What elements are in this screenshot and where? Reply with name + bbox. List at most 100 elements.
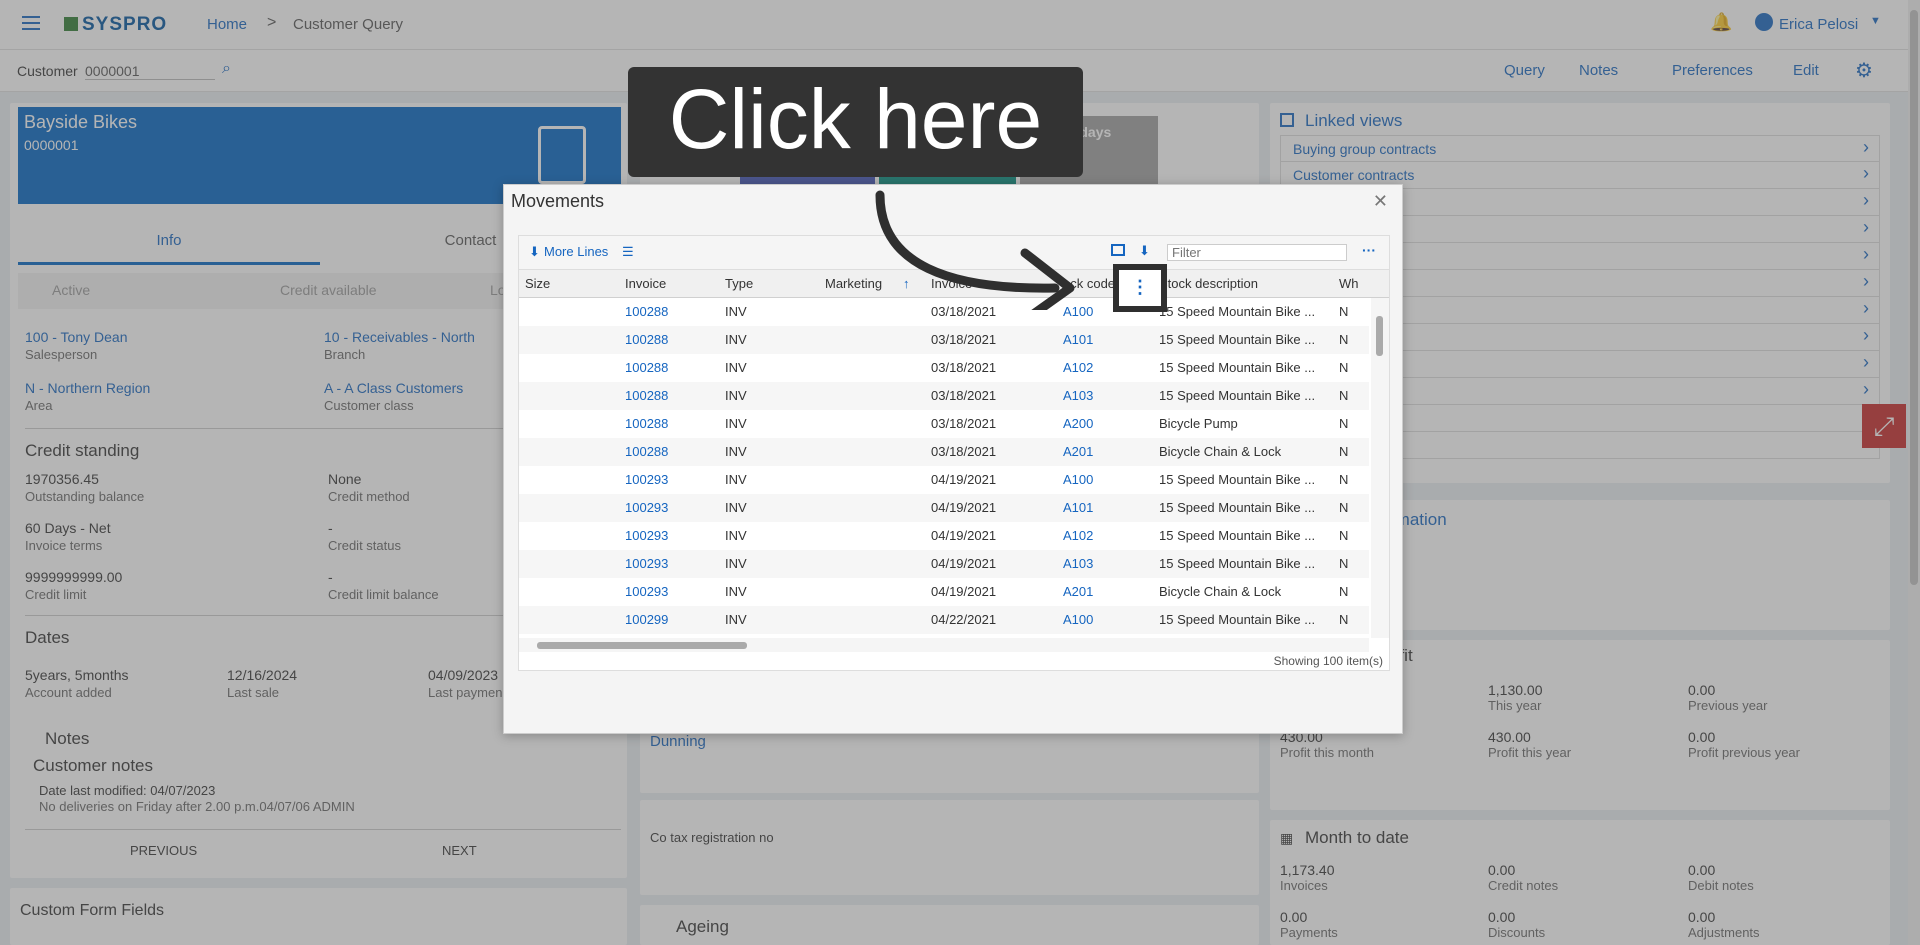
table-cell: INV — [725, 332, 747, 347]
table-cell: INV — [725, 304, 747, 319]
more-options-icon[interactable]: ··· — [1362, 242, 1376, 258]
table-row[interactable]: 100293 INV 04/19/2021 A103 15 Speed Mountain… — [519, 550, 1369, 578]
table-cell[interactable]: 100293 — [625, 500, 668, 515]
table-cell: N — [1339, 472, 1349, 487]
table-cell: N — [1339, 556, 1349, 571]
table-cell[interactable]: A102 — [1063, 528, 1093, 543]
table-row[interactable]: 100288 INV 03/18/2021 A102 15 Speed Mountain… — [519, 354, 1369, 382]
table-cell: 15 Speed Mountain Bike ... — [1159, 332, 1316, 347]
table-cell[interactable]: 100288 — [625, 444, 668, 459]
table-row[interactable]: 100288 INV 03/18/2021 A101 15 Speed Mountain… — [519, 326, 1369, 354]
table-cell[interactable]: 100288 — [625, 332, 668, 347]
table-cell: 15 Speed Mountain Bike ... — [1159, 304, 1316, 319]
table-cell[interactable]: 100293 — [625, 472, 668, 487]
column-header[interactable]: Stock description — [1159, 276, 1258, 291]
table-cell: N — [1339, 332, 1349, 347]
column-header[interactable]: Type — [725, 276, 753, 291]
table-cell[interactable]: 100288 — [625, 416, 668, 431]
table-cell: INV — [725, 556, 747, 571]
table-cell: 04/19/2021 — [931, 528, 997, 543]
table-cell: Bicycle Chain & Lock — [1159, 444, 1282, 459]
table-cell: INV — [725, 612, 747, 627]
table-cell[interactable]: A100 — [1063, 472, 1093, 487]
table-cell[interactable]: 100293 — [625, 556, 668, 571]
table-cell: 04/19/2021 — [931, 584, 997, 599]
table-cell: 15 Speed Mountain Bike ... — [1159, 556, 1316, 571]
table-cell: INV — [725, 584, 747, 599]
table-cell: N — [1339, 360, 1349, 375]
table-cell: 04/19/2021 — [931, 472, 997, 487]
table-row[interactable]: 100288 INV 03/18/2021 A103 15 Speed Mountain… — [519, 382, 1369, 410]
column-header[interactable]: Invoice — [625, 276, 666, 291]
column-header[interactable]: Size — [525, 276, 550, 291]
table-cell: N — [1339, 500, 1349, 515]
click-here-callout: Click here — [628, 67, 1083, 177]
download-icon[interactable]: ⬇ — [1139, 243, 1150, 259]
grid-body: 100288 INV 03/18/2021 A100 15 Speed Mountain… — [519, 298, 1369, 638]
more-lines-button[interactable]: More Lines — [544, 244, 608, 259]
table-cell: 15 Speed Mountain Bike ... — [1159, 472, 1316, 487]
table-cell: 03/18/2021 — [931, 388, 997, 403]
table-cell[interactable]: A201 — [1063, 444, 1093, 459]
callout-arrow — [875, 190, 1075, 310]
table-cell: 03/18/2021 — [931, 444, 997, 459]
table-cell: INV — [725, 472, 747, 487]
table-cell: 15 Speed Mountain Bike ... — [1159, 360, 1316, 375]
table-cell: INV — [725, 528, 747, 543]
table-row[interactable]: 100293 INV 04/19/2021 A201 Bicycle Chain & L… — [519, 578, 1369, 606]
column-header[interactable]: Wh — [1339, 276, 1359, 291]
table-row[interactable]: 100299 INV 04/22/2021 A100 15 Speed Mountain… — [519, 606, 1369, 634]
table-cell[interactable]: 100299 — [625, 612, 668, 627]
table-cell: 15 Speed Mountain Bike ... — [1159, 388, 1316, 403]
filter-input[interactable] — [1167, 244, 1347, 261]
table-cell: N — [1339, 304, 1349, 319]
download-icon: ⬇ — [529, 244, 540, 259]
table-cell: 15 Speed Mountain Bike ... — [1159, 612, 1316, 627]
table-cell[interactable]: A200 — [1063, 416, 1093, 431]
table-cell: INV — [725, 500, 747, 515]
grid-vertical-scrollbar[interactable] — [1371, 298, 1389, 638]
table-cell: N — [1339, 388, 1349, 403]
table-cell: N — [1339, 444, 1349, 459]
table-cell[interactable]: 100293 — [625, 584, 668, 599]
table-cell[interactable]: A201 — [1063, 584, 1093, 599]
table-cell: N — [1339, 584, 1349, 599]
table-cell: N — [1339, 416, 1349, 431]
table-cell: 03/18/2021 — [931, 360, 997, 375]
callout-text: Click here — [668, 72, 1043, 166]
table-row[interactable]: 100293 INV 04/19/2021 A101 15 Speed Mountain… — [519, 494, 1369, 522]
table-cell: INV — [725, 360, 747, 375]
table-cell: 15 Speed Mountain Bike ... — [1159, 528, 1316, 543]
table-cell[interactable]: A101 — [1063, 500, 1093, 515]
table-row[interactable]: 100293 INV 04/19/2021 A100 15 Speed Mountain… — [519, 466, 1369, 494]
table-row[interactable]: 100288 INV 03/18/2021 A201 Bicycle Chain & L… — [519, 438, 1369, 466]
list-options-icon[interactable]: ☰ — [622, 244, 634, 260]
close-icon[interactable]: ✕ — [1373, 191, 1388, 212]
table-cell: 04/22/2021 — [931, 612, 997, 627]
vertical-dots-icon[interactable]: ⋮ — [1119, 270, 1161, 304]
grid-horizontal-scrollbar[interactable] — [519, 638, 1369, 652]
table-cell[interactable]: A101 — [1063, 332, 1093, 347]
table-cell: 15 Speed Mountain Bike ... — [1159, 500, 1316, 515]
table-cell[interactable]: 100288 — [625, 388, 668, 403]
table-cell: 04/19/2021 — [931, 556, 997, 571]
table-cell: INV — [725, 388, 747, 403]
table-cell[interactable]: 100288 — [625, 304, 668, 319]
table-cell[interactable]: 100293 — [625, 528, 668, 543]
column-menu-button[interactable]: ⋮ — [1113, 264, 1167, 312]
table-cell: N — [1339, 612, 1349, 627]
items-count: Showing 100 item(s) — [1273, 654, 1383, 668]
table-cell[interactable]: A103 — [1063, 556, 1093, 571]
table-cell: Bicycle Pump — [1159, 416, 1238, 431]
table-cell: INV — [725, 416, 747, 431]
table-cell: N — [1339, 528, 1349, 543]
dialog-title: Movements — [511, 191, 605, 211]
table-row[interactable]: 100288 INV 03/18/2021 A200 Bicycle Pump N — [519, 410, 1369, 438]
table-row[interactable]: 100293 INV 04/19/2021 A102 15 Speed Mountain… — [519, 522, 1369, 550]
table-cell[interactable]: A103 — [1063, 388, 1093, 403]
table-cell[interactable]: 100288 — [625, 360, 668, 375]
table-cell: 04/19/2021 — [931, 500, 997, 515]
table-cell[interactable]: A102 — [1063, 360, 1093, 375]
table-cell: 03/18/2021 — [931, 332, 997, 347]
table-cell[interactable]: A100 — [1063, 612, 1093, 627]
